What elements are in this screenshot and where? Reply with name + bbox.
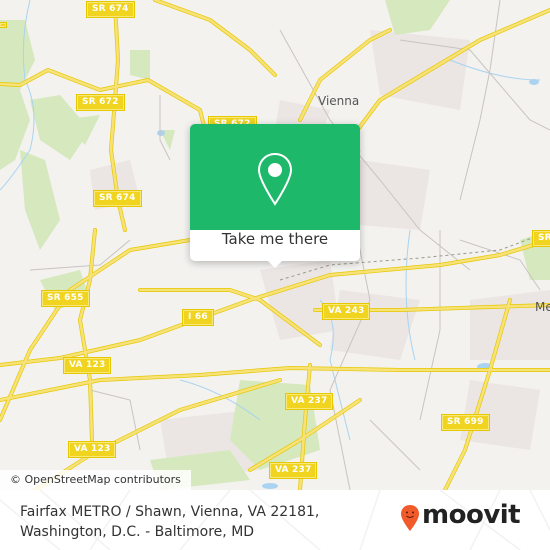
take-me-there-button[interactable]: Take me there [190,230,360,261]
road-shield: SR 699 [442,415,489,430]
address-line-2: Washington, D.C. - Baltimore, MD [20,524,255,540]
place-label-partial: Me [535,300,550,314]
footer: Fairfax METRO / Shawn, Vienna, VA 22181,… [0,490,550,550]
moovit-pin-icon [401,505,419,531]
popup-header [190,124,360,230]
road-shield-partial [0,23,6,27]
road-shield: VA 123 [69,442,116,457]
road-shield: VA 237 [270,463,317,478]
road-shield: SR 672 [77,95,124,110]
address: Fairfax METRO / Shawn, Vienna, VA 22181,… [20,502,319,542]
address-line-1: Fairfax METRO / Shawn, Vienna, VA 22181, [20,504,320,520]
road-shield: VA 123 [64,358,111,373]
road-shield: SR 674 [87,2,134,17]
popup-tail [267,260,283,268]
road-shield: VA 243 [323,304,370,319]
destination-popup: Take me there [190,124,360,268]
road-shield: VA 237 [286,394,333,409]
moovit-wordmark: moovit [422,500,521,530]
place-label-vienna: Vienna [318,94,360,108]
road-shield: SR 655 [42,291,89,306]
osm-attribution[interactable]: © OpenStreetMap contributors [0,470,191,490]
map[interactable]: SR 674 SR 672 SR 672 SR 674 SR 655 I 66 … [0,0,550,490]
road-shield: SR [533,231,550,246]
road-shield: I 66 [183,310,213,325]
road-shield: SR 674 [94,191,141,206]
map-pin-icon [257,152,293,206]
